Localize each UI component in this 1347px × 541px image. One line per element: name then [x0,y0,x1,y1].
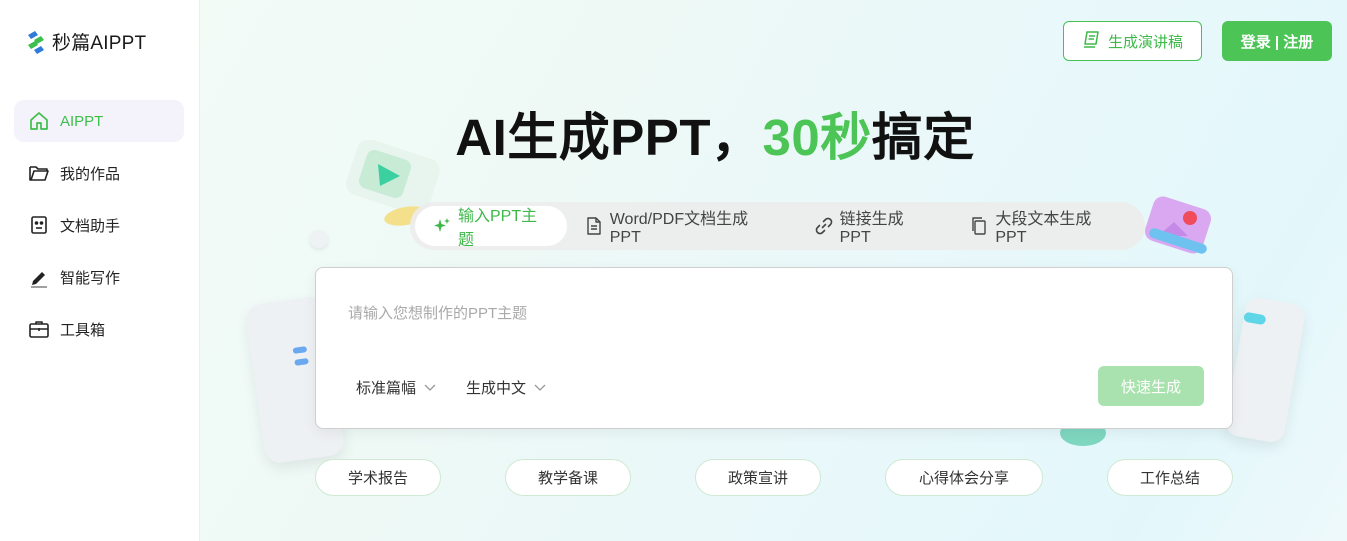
hero-title-part2: 搞定 [871,109,975,166]
sidebar-item-label: 我的作品 [60,165,121,183]
hero-title-part1: AI生成PPT， [455,109,763,166]
sparkle-icon [433,217,451,235]
sidebar-nav: AIPPT 我的作品 文档助手 智能写作 工具箱 [14,100,184,360]
background-decoration [1223,295,1307,445]
sidebar-item-label: AIPPT [60,112,104,130]
document-icon [585,217,603,235]
example-chip[interactable]: 工作总结 [1107,459,1233,496]
brand-name: 秒篇AIPPT [52,33,147,54]
background-decoration [310,230,328,248]
pen-icon [28,266,50,288]
background-decoration [1140,196,1212,256]
tab-word-pdf[interactable]: Word/PDF文档生成PPT [567,206,797,246]
tab-label: 输入PPT主题 [458,208,538,249]
example-chip[interactable]: 政策宣讲 [695,459,821,496]
tab-long-text[interactable]: 大段文本生成PPT [952,206,1140,246]
toolbox-icon [28,318,50,340]
sidebar-item-my-works[interactable]: 我的作品 [14,152,184,194]
hero-title: AI生成PPT，30秒搞定 [200,96,1230,170]
tab-label: Word/PDF文档生成PPT [609,211,749,246]
language-select[interactable]: 生成中文 [466,377,546,398]
chevron-down-icon [424,379,436,396]
topic-input-card: 请输入您想制作的PPT主题 标准篇幅 生成中文 快速生成 [315,267,1233,429]
tab-link[interactable]: 链接生成PPT [797,206,953,246]
sidebar-item-label: 文档助手 [60,217,121,235]
copy-icon [970,217,988,235]
example-chip[interactable]: 教学备课 [505,459,631,496]
example-chip[interactable]: 学术报告 [315,459,441,496]
example-chip[interactable]: 心得体会分享 [885,459,1043,496]
logo-icon [26,29,46,55]
main-area: 生成演讲稿 登录 | 注册 AI生成PPT，30秒搞定 输入PPT主题 Word… [200,0,1347,541]
link-icon [815,217,833,235]
sidebar-item-label: 工具箱 [60,321,106,339]
length-select-value: 标准篇幅 [356,380,417,397]
chevron-down-icon [534,379,546,396]
tab-label: 链接生成PPT [839,211,904,246]
tab-label: 大段文本生成PPT [995,211,1092,246]
quick-generate-button[interactable]: 快速生成 [1098,366,1204,406]
generate-speech-button[interactable]: 生成演讲稿 [1063,21,1202,61]
tab-input-topic[interactable]: 输入PPT主题 [415,206,567,249]
topic-input[interactable]: 请输入您想制作的PPT主题 [348,302,527,323]
home-icon [28,110,50,132]
login-register-button[interactable]: 登录 | 注册 [1222,21,1332,61]
sidebar-item-label: 智能写作 [60,269,121,287]
sidebar-item-doc-assistant[interactable]: 文档助手 [14,204,184,246]
folder-icon [28,162,50,184]
sidebar-item-toolbox[interactable]: 工具箱 [14,308,184,350]
generate-speech-label: 生成演讲稿 [1107,33,1183,51]
language-select-value: 生成中文 [466,380,527,397]
length-select[interactable]: 标准篇幅 [356,377,436,398]
robot-icon [28,214,50,236]
generation-mode-tabs: 输入PPT主题 Word/PDF文档生成PPT 链接生成PPT 大段文本生成PP… [410,202,1145,250]
sidebar-item-smart-writing[interactable]: 智能写作 [14,256,184,298]
sidebar: 秒篇AIPPT AIPPT 我的作品 文档助手 智能写作 工具箱 [0,0,200,541]
script-icon [1082,29,1102,53]
hero-title-accent: 30秒 [762,109,872,166]
brand-logo[interactable]: 秒篇AIPPT [26,28,146,55]
sidebar-item-aippt[interactable]: AIPPT [14,100,184,142]
